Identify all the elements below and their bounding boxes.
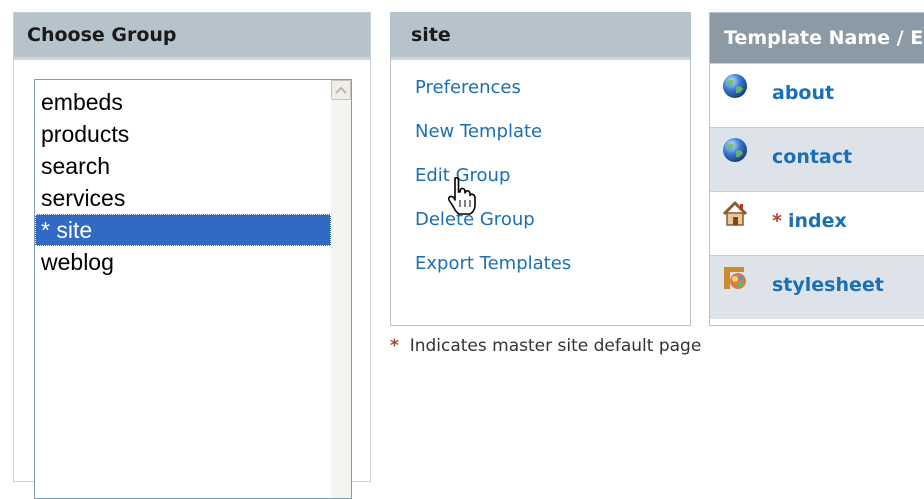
home-icon — [722, 201, 748, 226]
stylesheet-icon — [724, 267, 746, 289]
chevron-up-icon — [335, 86, 347, 94]
master-page-footnote: * Indicates master site default page — [390, 336, 701, 356]
template-row-about: about — [710, 63, 924, 127]
group-item-search[interactable]: search — [35, 150, 331, 182]
group-item-site[interactable]: * site — [35, 214, 331, 246]
template-row-index: * index — [710, 191, 924, 255]
templates-panel: Template Name / E about contact * index … — [709, 12, 924, 326]
default-page-star: * — [772, 210, 782, 232]
template-row-stylesheet: stylesheet — [710, 255, 924, 319]
footnote-text: Indicates master site default page — [409, 336, 702, 356]
scroll-up-button[interactable] — [331, 80, 351, 100]
new-template-link[interactable]: New Template — [415, 121, 542, 142]
choose-group-title: Choose Group — [14, 13, 370, 60]
group-listbox[interactable]: embeds products search services * site w… — [34, 79, 352, 499]
choose-group-panel: Choose Group embeds products search serv… — [13, 12, 371, 499]
template-row-contact: contact — [710, 127, 924, 191]
site-panel-title: site — [391, 13, 690, 60]
template-link-about[interactable]: about — [772, 82, 834, 104]
preferences-link[interactable]: Preferences — [415, 77, 521, 98]
template-link-contact[interactable]: contact — [772, 146, 852, 168]
globe-icon — [723, 74, 747, 98]
group-item-weblog[interactable]: weblog — [35, 246, 331, 278]
template-link-index[interactable]: index — [788, 210, 847, 232]
site-panel: site Preferences New Template Edit Group… — [390, 12, 691, 326]
footnote-star: * — [390, 336, 399, 356]
export-templates-link[interactable]: Export Templates — [415, 253, 571, 274]
listbox-scrollbar[interactable] — [331, 80, 351, 498]
group-item-services[interactable]: services — [35, 182, 331, 214]
group-item-products[interactable]: products — [35, 118, 331, 150]
group-item-embeds[interactable]: embeds — [35, 86, 331, 118]
globe-icon — [723, 138, 747, 162]
template-link-stylesheet[interactable]: stylesheet — [772, 274, 884, 296]
hand-pointer-cursor-icon — [447, 176, 476, 215]
template-name-column-header[interactable]: Template Name / E — [710, 13, 924, 63]
